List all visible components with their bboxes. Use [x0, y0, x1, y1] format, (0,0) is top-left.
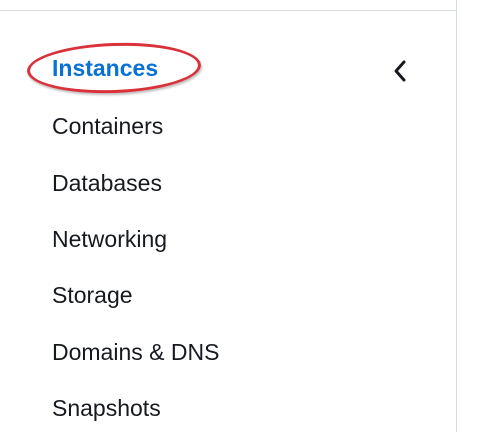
sidebar-nav: Instances Containers Databases Networkin…	[0, 0, 456, 432]
sidebar-divider	[456, 0, 457, 432]
sidebar-item-containers[interactable]: Containers	[52, 112, 163, 140]
sidebar-item-storage[interactable]: Storage	[52, 281, 133, 309]
chevron-left-icon	[394, 60, 406, 82]
page: Instances Containers Databases Networkin…	[0, 0, 477, 432]
sidebar-item-instances[interactable]: Instances	[52, 54, 158, 82]
collapse-sidebar-button[interactable]	[385, 56, 415, 86]
sidebar-item-networking[interactable]: Networking	[52, 225, 167, 253]
sidebar-item-domains-dns[interactable]: Domains & DNS	[52, 338, 219, 366]
sidebar-item-snapshots[interactable]: Snapshots	[52, 394, 161, 422]
sidebar-item-databases[interactable]: Databases	[52, 169, 162, 197]
